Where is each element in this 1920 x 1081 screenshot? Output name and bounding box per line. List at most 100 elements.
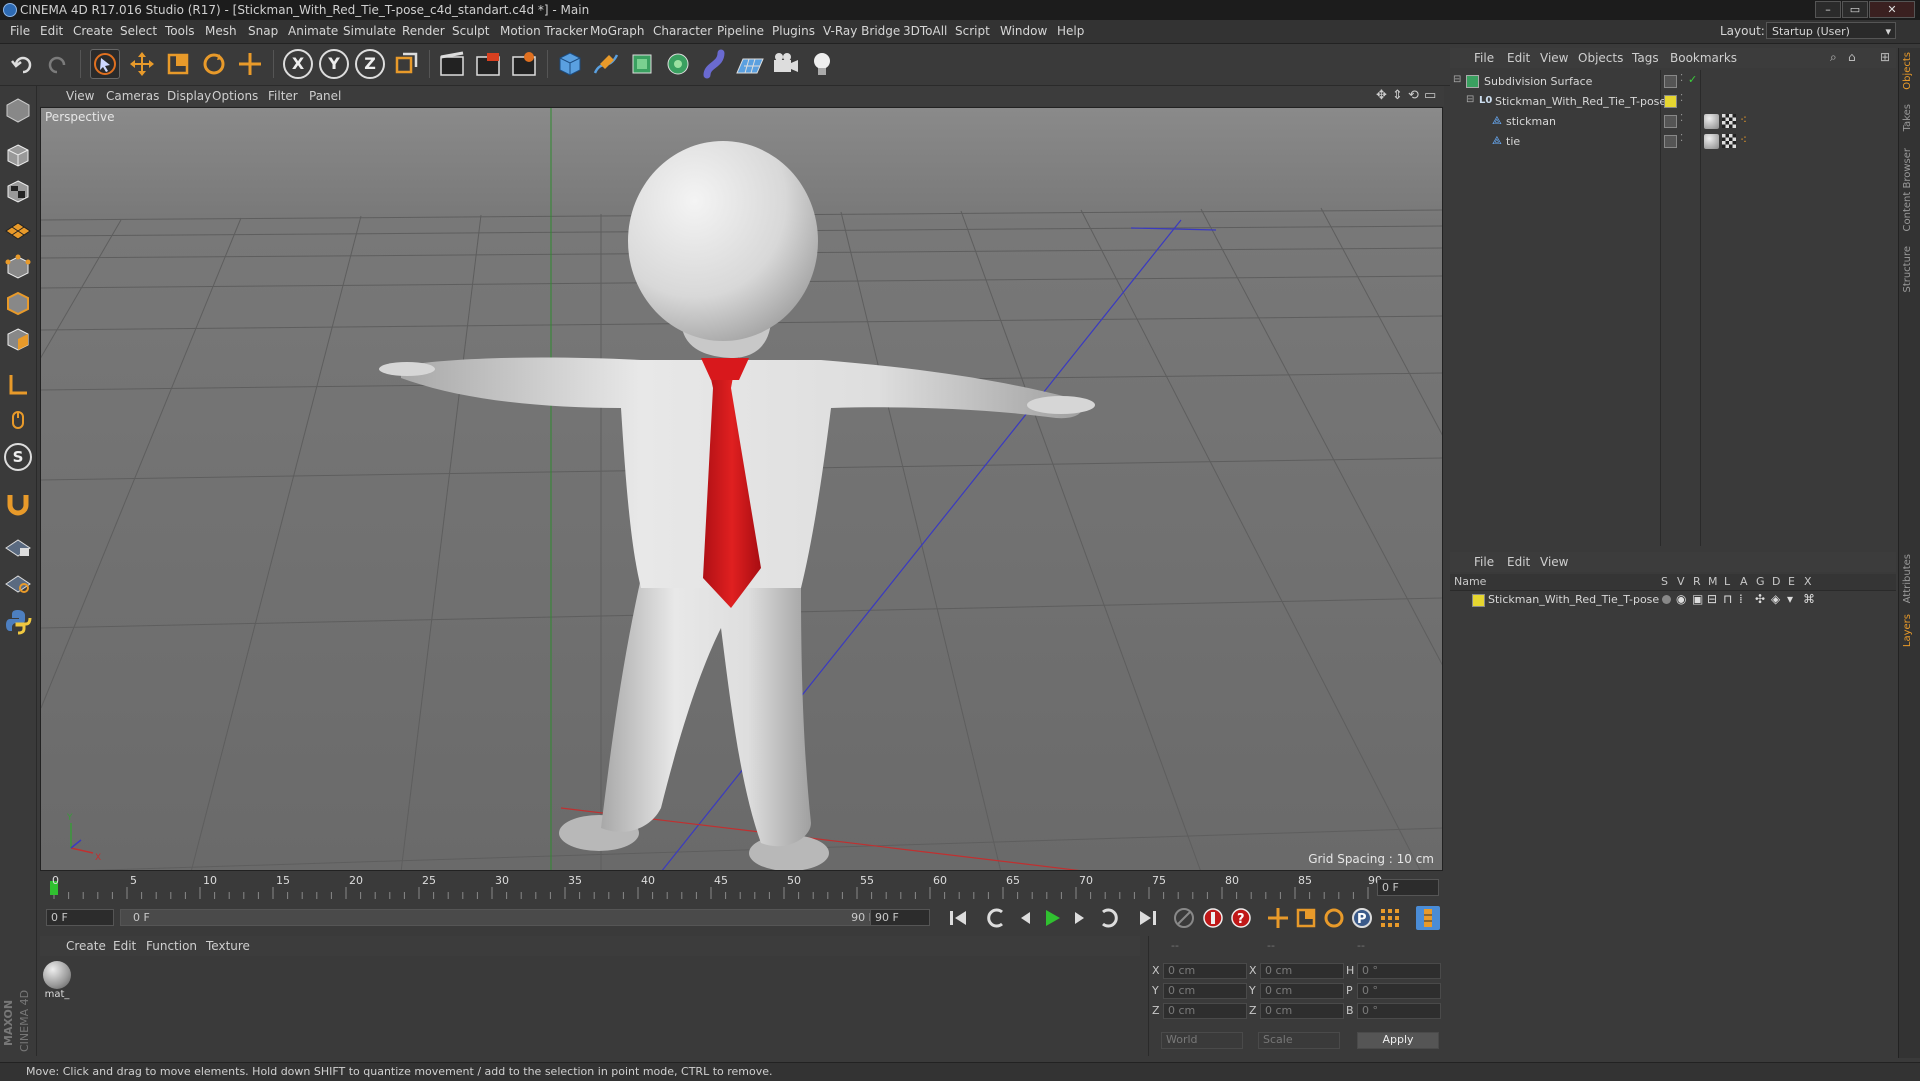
x-axis-lock-button[interactable]: X: [283, 49, 313, 79]
menu-plugins[interactable]: Plugins: [772, 24, 815, 38]
move-tool-button[interactable]: [127, 49, 157, 79]
previous-key-button[interactable]: [985, 906, 1009, 930]
viewport-menu-cameras[interactable]: Cameras: [106, 89, 159, 103]
tab-structure[interactable]: Structure: [1902, 246, 1913, 293]
menu-mesh[interactable]: Mesh: [205, 24, 237, 38]
menu-script[interactable]: Script: [955, 24, 990, 38]
material-tag-icon[interactable]: [1704, 134, 1719, 149]
light-button[interactable]: [807, 49, 837, 79]
uvw-tag-icon[interactable]: [1722, 134, 1736, 148]
points-mode-button[interactable]: [4, 253, 32, 281]
layer-color-swatch-icon[interactable]: [1664, 95, 1677, 108]
menu-sculpt[interactable]: Sculpt: [452, 24, 489, 38]
viewport-move-icon[interactable]: ✥: [1376, 88, 1387, 103]
texture-mode-button[interactable]: [4, 177, 32, 205]
menu-3dtoall[interactable]: 3DToAll: [903, 24, 947, 38]
planar-workplane-button[interactable]: [4, 568, 32, 596]
object-menu-bookmarks[interactable]: Bookmarks: [1670, 51, 1737, 65]
timeline-ruler[interactable]: 0 5 10 15 20 25 30 35 40 45 50 55 60 65 …: [40, 873, 1444, 903]
menu-select[interactable]: Select: [120, 24, 157, 38]
render-toggle-icon[interactable]: ▣: [1692, 592, 1703, 606]
autokeying-button[interactable]: ?: [1229, 906, 1253, 930]
material-swatch[interactable]: mat_: [43, 961, 71, 1001]
floor-button[interactable]: [735, 49, 765, 79]
layer-swatch-icon[interactable]: [1664, 135, 1677, 148]
layer-menu-file[interactable]: File: [1474, 555, 1494, 569]
menu-animate[interactable]: Animate: [288, 24, 338, 38]
menu-file[interactable]: File: [10, 24, 30, 38]
key-scale-button[interactable]: [1294, 906, 1318, 930]
menu-simulate[interactable]: Simulate: [343, 24, 396, 38]
current-frame-field[interactable]: 0 F: [1377, 879, 1439, 896]
go-to-start-button[interactable]: [946, 906, 970, 930]
tab-takes[interactable]: Takes: [1902, 104, 1913, 131]
spline-pen-button[interactable]: [591, 49, 621, 79]
layer-col-view[interactable]: V: [1677, 575, 1685, 588]
new-view-icon[interactable]: ⊞: [1880, 50, 1890, 64]
coord-pos-y-field[interactable]: 0 cm: [1163, 983, 1247, 999]
menu-render[interactable]: Render: [402, 24, 445, 38]
coord-size-y-field[interactable]: 0 cm: [1260, 983, 1344, 999]
coord-mode-dropdown[interactable]: Scale: [1258, 1032, 1340, 1049]
visibility-dots-icon[interactable]: ⁚: [1680, 73, 1683, 84]
live-selection-button[interactable]: [90, 49, 120, 79]
redo-button[interactable]: [42, 49, 72, 79]
object-row-stickman-null[interactable]: ⊟ L0 Stickman_With_Red_Tie_T-pose ⁚: [1450, 93, 1896, 112]
cube-primitive-button[interactable]: [555, 49, 585, 79]
end-frame-field[interactable]: 90 F: [870, 909, 930, 926]
previous-frame-button[interactable]: [1013, 906, 1037, 930]
viewport-zoom-icon[interactable]: ⇕: [1392, 88, 1403, 103]
xref-toggle-icon[interactable]: ⌘: [1803, 592, 1815, 606]
scale-tool-button[interactable]: [163, 49, 193, 79]
key-parameter-button[interactable]: P: [1350, 906, 1374, 930]
layout-dropdown[interactable]: Startup (User) ▾: [1766, 22, 1896, 39]
enabled-checkmark-icon[interactable]: ✓: [1688, 73, 1697, 86]
generator-toggle-icon[interactable]: ✣: [1755, 592, 1765, 606]
layer-col-expressions[interactable]: E: [1788, 575, 1795, 588]
rotate-tool-button[interactable]: [199, 49, 229, 79]
coord-rot-p-field[interactable]: 0 °: [1357, 983, 1441, 999]
material-menu-create[interactable]: Create: [66, 939, 106, 953]
array-button[interactable]: [663, 49, 693, 79]
undo-button[interactable]: [8, 49, 38, 79]
menu-snap[interactable]: Snap: [248, 24, 278, 38]
edges-mode-button[interactable]: [4, 289, 32, 317]
render-settings-button[interactable]: [509, 49, 539, 79]
expression-toggle-icon[interactable]: ▾: [1787, 592, 1793, 606]
python-button[interactable]: [4, 607, 32, 635]
key-pla-button[interactable]: [1378, 906, 1402, 930]
visibility-dots-icon[interactable]: ⁚: [1680, 113, 1683, 124]
camera-button[interactable]: [771, 49, 801, 79]
minimize-button[interactable]: –: [1815, 1, 1841, 18]
object-row-tie[interactable]: ⟁ tie ⁚ ⁖: [1450, 133, 1896, 152]
layer-col-locked[interactable]: L: [1724, 575, 1730, 588]
viewport-maximize-icon[interactable]: ▭: [1424, 88, 1436, 103]
layer-col-deformers[interactable]: D: [1772, 575, 1780, 588]
make-editable-button[interactable]: [4, 96, 32, 124]
visibility-dots-icon[interactable]: ⁚: [1680, 93, 1683, 104]
manager-toggle-icon[interactable]: ⊟: [1707, 592, 1717, 606]
object-menu-file[interactable]: File: [1474, 51, 1494, 65]
axis-mode-button[interactable]: [4, 371, 32, 399]
next-key-button[interactable]: [1096, 906, 1120, 930]
timeline-window-button[interactable]: [1416, 906, 1440, 930]
material-menu-texture[interactable]: Texture: [206, 939, 250, 953]
tab-content-browser[interactable]: Content Browser: [1902, 148, 1913, 231]
collapse-toggle-icon[interactable]: ⊟: [1453, 74, 1461, 85]
menu-motion-tracker[interactable]: Motion Tracker: [500, 24, 588, 38]
object-row-stickman[interactable]: ⟁ stickman ⁚ ⁖: [1450, 113, 1896, 132]
play-forward-button[interactable]: [1040, 906, 1064, 930]
menu-create[interactable]: Create: [73, 24, 113, 38]
solo-toggle-icon[interactable]: [1662, 595, 1671, 604]
layer-col-solo[interactable]: S: [1661, 575, 1668, 588]
record-active-objects-button[interactable]: [1201, 906, 1225, 930]
layer-swatch-icon[interactable]: [1664, 115, 1677, 128]
start-frame-field[interactable]: 0 F: [46, 909, 114, 926]
next-frame-button[interactable]: [1068, 906, 1092, 930]
viewport-menu-panel[interactable]: Panel: [309, 89, 341, 103]
coord-size-x-field[interactable]: 0 cm: [1260, 963, 1344, 979]
y-axis-lock-button[interactable]: Y: [319, 49, 349, 79]
eye-visibility-icon[interactable]: ◉: [1676, 592, 1686, 606]
visibility-dots-icon[interactable]: ⁚: [1680, 133, 1683, 144]
go-to-end-button[interactable]: [1136, 906, 1160, 930]
